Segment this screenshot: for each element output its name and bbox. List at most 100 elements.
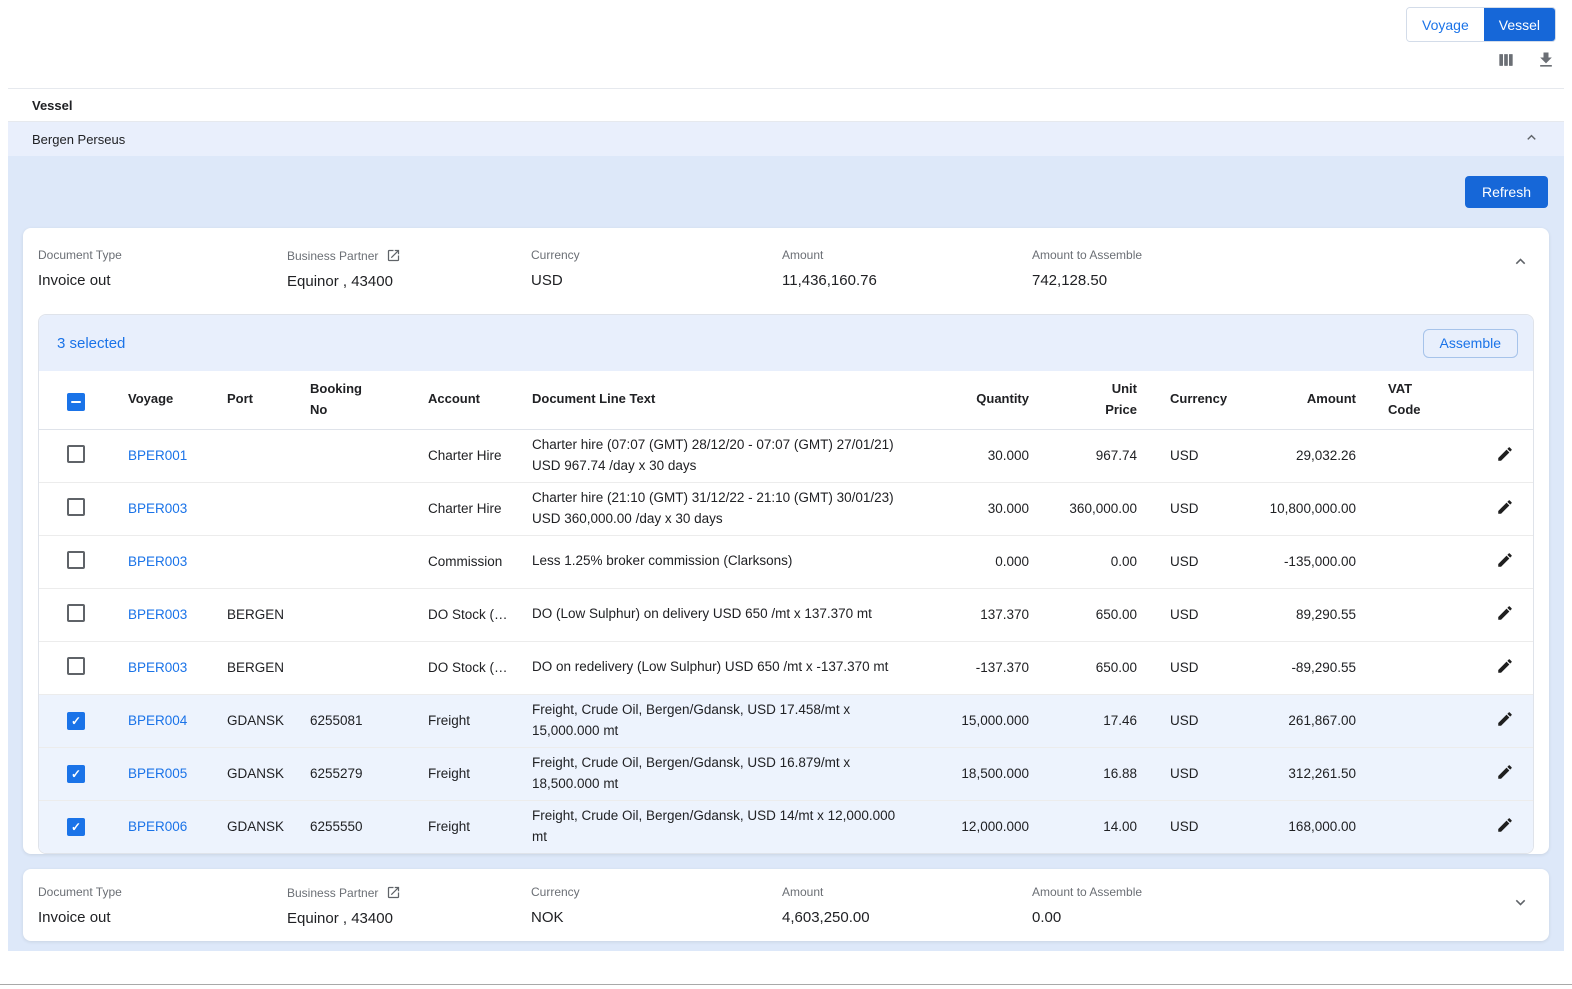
- quantity-cell: 18,500.000: [924, 747, 1029, 800]
- col-currency: Currency: [1137, 371, 1227, 429]
- row-checkbox[interactable]: [67, 498, 85, 516]
- unit-price-cell: 650.00: [1029, 588, 1137, 641]
- panel-title: Vessel: [8, 88, 1564, 122]
- vessel-panel: Vessel Bergen Perseus Refresh Document T…: [8, 88, 1564, 951]
- row-checkbox[interactable]: [67, 551, 85, 569]
- amount-cell: -135,000.00: [1227, 535, 1356, 588]
- voyage-link[interactable]: BPER005: [128, 766, 187, 781]
- unit-price-cell: 14.00: [1029, 800, 1137, 853]
- edit-row-icon[interactable]: [1494, 761, 1516, 786]
- voyage-toggle-button[interactable]: Voyage: [1407, 8, 1484, 41]
- row-checkbox[interactable]: [67, 712, 85, 730]
- collapse-group-icon[interactable]: [1523, 129, 1540, 149]
- col-quantity: Quantity: [924, 371, 1029, 429]
- vat-code-cell: [1356, 482, 1456, 535]
- open-in-new-icon[interactable]: [386, 885, 401, 900]
- collapse-card-icon[interactable]: [1511, 252, 1530, 274]
- edit-row-icon[interactable]: [1494, 814, 1516, 839]
- unit-price-cell: 16.88: [1029, 747, 1137, 800]
- amount-cell: 168,000.00: [1227, 800, 1356, 853]
- refresh-button[interactable]: Refresh: [1465, 176, 1548, 208]
- col-document-line-text: Document Line Text: [516, 371, 924, 429]
- port-cell: BERGEN: [211, 588, 294, 641]
- edit-row-icon[interactable]: [1494, 602, 1516, 627]
- row-checkbox[interactable]: [67, 604, 85, 622]
- expand-card-icon[interactable]: [1511, 893, 1530, 915]
- table-row: BPER003 Charter Hire Charter hire (21:10…: [39, 482, 1533, 535]
- amount-cell: -89,290.55: [1227, 641, 1356, 694]
- business-partner-value: Equinor , 43400: [287, 910, 531, 927]
- quantity-cell: 0.000: [924, 535, 1029, 588]
- unit-price-cell: 17.46: [1029, 694, 1137, 747]
- line-text-cell: Freight, Crude Oil, Bergen/Gdansk, USD 1…: [516, 694, 924, 747]
- table-actions: [1496, 50, 1556, 70]
- line-items-table: Voyage Port Booking No Account Document …: [39, 371, 1533, 853]
- amount-cell: 10,800,000.00: [1227, 482, 1356, 535]
- edit-row-icon[interactable]: [1494, 496, 1516, 521]
- quantity-cell: 15,000.000: [924, 694, 1029, 747]
- vat-code-cell: [1356, 747, 1456, 800]
- table-row: BPER001 Charter Hire Charter hire (07:07…: [39, 429, 1533, 482]
- document-type-value: Invoice out: [38, 272, 287, 289]
- amount-cell: 312,261.50: [1227, 747, 1356, 800]
- open-in-new-icon[interactable]: [386, 248, 401, 263]
- vat-code-cell: [1356, 535, 1456, 588]
- row-checkbox[interactable]: [67, 657, 85, 675]
- voyage-link[interactable]: BPER006: [128, 819, 187, 834]
- vat-code-cell: [1356, 694, 1456, 747]
- booking-no-cell: 6255279: [294, 747, 412, 800]
- vessel-group-row[interactable]: Bergen Perseus: [8, 122, 1564, 156]
- refresh-row: Refresh: [8, 156, 1564, 228]
- voyage-link[interactable]: BPER003: [128, 501, 187, 516]
- quantity-cell: 30.000: [924, 482, 1029, 535]
- col-account: Account: [412, 371, 516, 429]
- select-all-checkbox[interactable]: [67, 393, 85, 411]
- account-cell: Freight: [412, 800, 516, 853]
- col-booking-no: Booking No: [294, 371, 412, 429]
- currency-cell: USD: [1137, 694, 1227, 747]
- voyage-link[interactable]: BPER001: [128, 448, 187, 463]
- document-type-label: Document Type: [38, 248, 287, 262]
- table-row: BPER003 Commission Less 1.25% broker com…: [39, 535, 1533, 588]
- row-checkbox[interactable]: [67, 765, 85, 783]
- business-partner-label: Business Partner: [287, 249, 378, 263]
- account-cell: Charter Hire: [412, 482, 516, 535]
- edit-row-icon[interactable]: [1494, 549, 1516, 574]
- vat-code-cell: [1356, 641, 1456, 694]
- port-cell: GDANSK: [211, 694, 294, 747]
- line-text-cell: Less 1.25% broker commission (Clarksons): [516, 535, 924, 588]
- currency-cell: USD: [1137, 482, 1227, 535]
- account-cell: DO Stock (L…: [412, 641, 516, 694]
- currency-label: Currency: [531, 248, 782, 262]
- voyage-link[interactable]: BPER004: [128, 713, 187, 728]
- vat-code-cell: [1356, 800, 1456, 853]
- currency-label: Currency: [531, 885, 782, 899]
- row-checkbox[interactable]: [67, 818, 85, 836]
- invoice-card-usd: Document Type Invoice out Business Partn…: [23, 228, 1549, 854]
- document-type-value: Invoice out: [38, 909, 287, 926]
- col-port: Port: [211, 371, 294, 429]
- vessel-toggle-button[interactable]: Vessel: [1484, 8, 1555, 41]
- voyage-link[interactable]: BPER003: [128, 660, 187, 675]
- amount-to-assemble-value: 742,128.50: [1032, 272, 1534, 289]
- selection-toolbar: 3 selected Assemble: [39, 315, 1533, 371]
- line-items-body: BPER001 Charter Hire Charter hire (07:07…: [39, 429, 1533, 853]
- edit-row-icon[interactable]: [1494, 443, 1516, 468]
- amount-cell: 89,290.55: [1227, 588, 1356, 641]
- voyage-link[interactable]: BPER003: [128, 607, 187, 622]
- amount-to-assemble-label: Amount to Assemble: [1032, 885, 1534, 899]
- invoice-nok-header: Document Type Invoice out Business Partn…: [23, 869, 1549, 941]
- assemble-button[interactable]: Assemble: [1423, 329, 1518, 358]
- row-checkbox[interactable]: [67, 445, 85, 463]
- amount-value: 4,603,250.00: [782, 909, 1032, 926]
- download-icon[interactable]: [1536, 50, 1556, 70]
- table-row: BPER004 GDANSK 6255081 Freight Freight, …: [39, 694, 1533, 747]
- edit-row-icon[interactable]: [1494, 708, 1516, 733]
- booking-no-cell: 6255081: [294, 694, 412, 747]
- currency-value: USD: [531, 272, 782, 289]
- edit-row-icon[interactable]: [1494, 655, 1516, 680]
- amount-label: Amount: [782, 885, 1032, 899]
- columns-icon[interactable]: [1496, 50, 1516, 70]
- port-cell: [211, 429, 294, 482]
- voyage-link[interactable]: BPER003: [128, 554, 187, 569]
